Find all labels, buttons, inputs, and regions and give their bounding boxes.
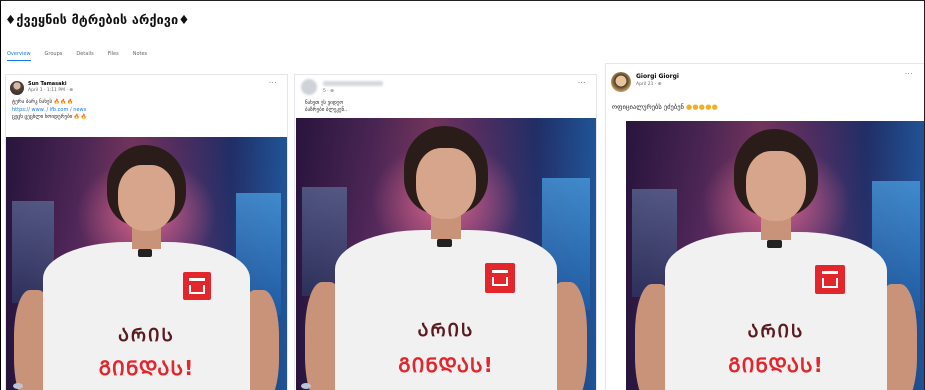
post-meta: 5 · ⊕ xyxy=(323,89,334,94)
anchor-face xyxy=(118,165,175,232)
microphone-icon xyxy=(437,238,452,247)
microphone-icon xyxy=(767,240,782,249)
channel-logo-icon xyxy=(815,264,845,295)
post-card-1: Sun Tamasaki April 1 · 1:11 PM · ⊕ ··· ტ… xyxy=(5,74,288,390)
tab-notes[interactable]: Notes xyxy=(133,51,147,61)
tab-files[interactable]: Files xyxy=(108,51,119,61)
author-avatar[interactable] xyxy=(10,81,24,95)
anchor-face xyxy=(746,150,806,222)
screenshot-frame: ♦ქვეყნის მტრების არქივი♦ Overview Groups… xyxy=(0,0,925,390)
shirt-text-line-1: ᲐᲠᲘᲡ xyxy=(747,320,805,342)
post-author[interactable]: Giorgi Giorgi xyxy=(636,73,679,80)
post-author[interactable]: Sun Tamasaki xyxy=(28,81,67,87)
profile-tabs: Overview Groups Details Files Notes xyxy=(7,51,147,61)
channel-logo-icon xyxy=(485,263,515,294)
shirt-text-line-2: ᲒᲘᲜᲓᲐᲡ! xyxy=(98,355,195,380)
author-avatar[interactable] xyxy=(301,79,317,95)
microphone-icon xyxy=(138,249,153,257)
page-headline: ♦ქვეყნის მტრების არქივი♦ xyxy=(5,12,190,27)
post-text: ოფიციალურებს ეძებენ xyxy=(612,103,684,111)
next-post-avatar-icon xyxy=(13,383,23,389)
post-text-line: ცეცხ ცეცხლი ხოიდერები 🔥🔥 xyxy=(12,114,87,121)
post-text: ბაზრები ბლეკენ.. xyxy=(305,107,348,113)
shirt-text-line-1: ᲐᲠᲘᲡ xyxy=(417,320,475,342)
post-link[interactable]: https:// www. / ifb.com / news xyxy=(12,107,86,114)
fire-emoji: 🔥🔥 xyxy=(73,114,88,120)
yellow-emoji-row: ●●●●● xyxy=(685,103,719,111)
post-menu-icon[interactable]: ··· xyxy=(269,79,277,87)
author-name-blurred xyxy=(323,81,383,86)
next-post-avatar-icon xyxy=(301,383,311,389)
author-avatar[interactable] xyxy=(611,72,631,92)
post-image[interactable]: ᲐᲠᲘᲡ ᲒᲘᲜᲓᲐᲡ! xyxy=(6,137,287,390)
post-text-line: ოფიციალურებს ეძებენ ●●●●● xyxy=(612,104,718,111)
anchor-face xyxy=(416,148,476,220)
channel-logo-icon xyxy=(183,272,212,301)
post-text: ცეცხ ცეცხლი ხოიდერები xyxy=(12,114,74,120)
tab-groups[interactable]: Groups xyxy=(45,51,63,61)
post-image[interactable]: ᲐᲠᲘᲡ ᲒᲘᲜᲓᲐᲡ! xyxy=(626,121,924,390)
post-text: ტერა ბარკ ნახეს xyxy=(12,99,54,105)
post-meta: April 21 · ⊕ xyxy=(636,82,662,87)
fire-emoji: 🔥🔥🔥 xyxy=(53,99,74,105)
shirt-text-line-2: ᲒᲘᲜᲓᲐᲡ! xyxy=(398,352,494,377)
post-meta: April 1 · 1:11 PM · ⊕ xyxy=(28,88,74,93)
post-image[interactable]: ᲐᲠᲘᲡ ᲒᲘᲜᲓᲐᲡ! xyxy=(296,118,596,390)
tab-details[interactable]: Details xyxy=(76,51,93,61)
post-text-line: ტერა ბარკ ნახეს 🔥🔥🔥 xyxy=(12,99,74,106)
post-card-2: 5 · ⊕ ··· ნახეთ ეს ვიდეო ბაზრები ბლეკენ.… xyxy=(294,74,597,390)
shirt-text-line-1: ᲐᲠᲘᲡ xyxy=(118,325,175,347)
post-text: ნახეთ ეს ვიდეო xyxy=(305,100,344,106)
shirt-text-line-2: ᲒᲘᲜᲓᲐᲡ! xyxy=(728,353,824,378)
post-card-3: Giorgi Giorgi April 21 · ⊕ ··· ოფიციალურ… xyxy=(605,63,924,390)
tab-overview[interactable]: Overview xyxy=(7,51,31,61)
post-menu-icon[interactable]: ··· xyxy=(578,79,586,87)
post-menu-icon[interactable]: ··· xyxy=(905,70,913,78)
